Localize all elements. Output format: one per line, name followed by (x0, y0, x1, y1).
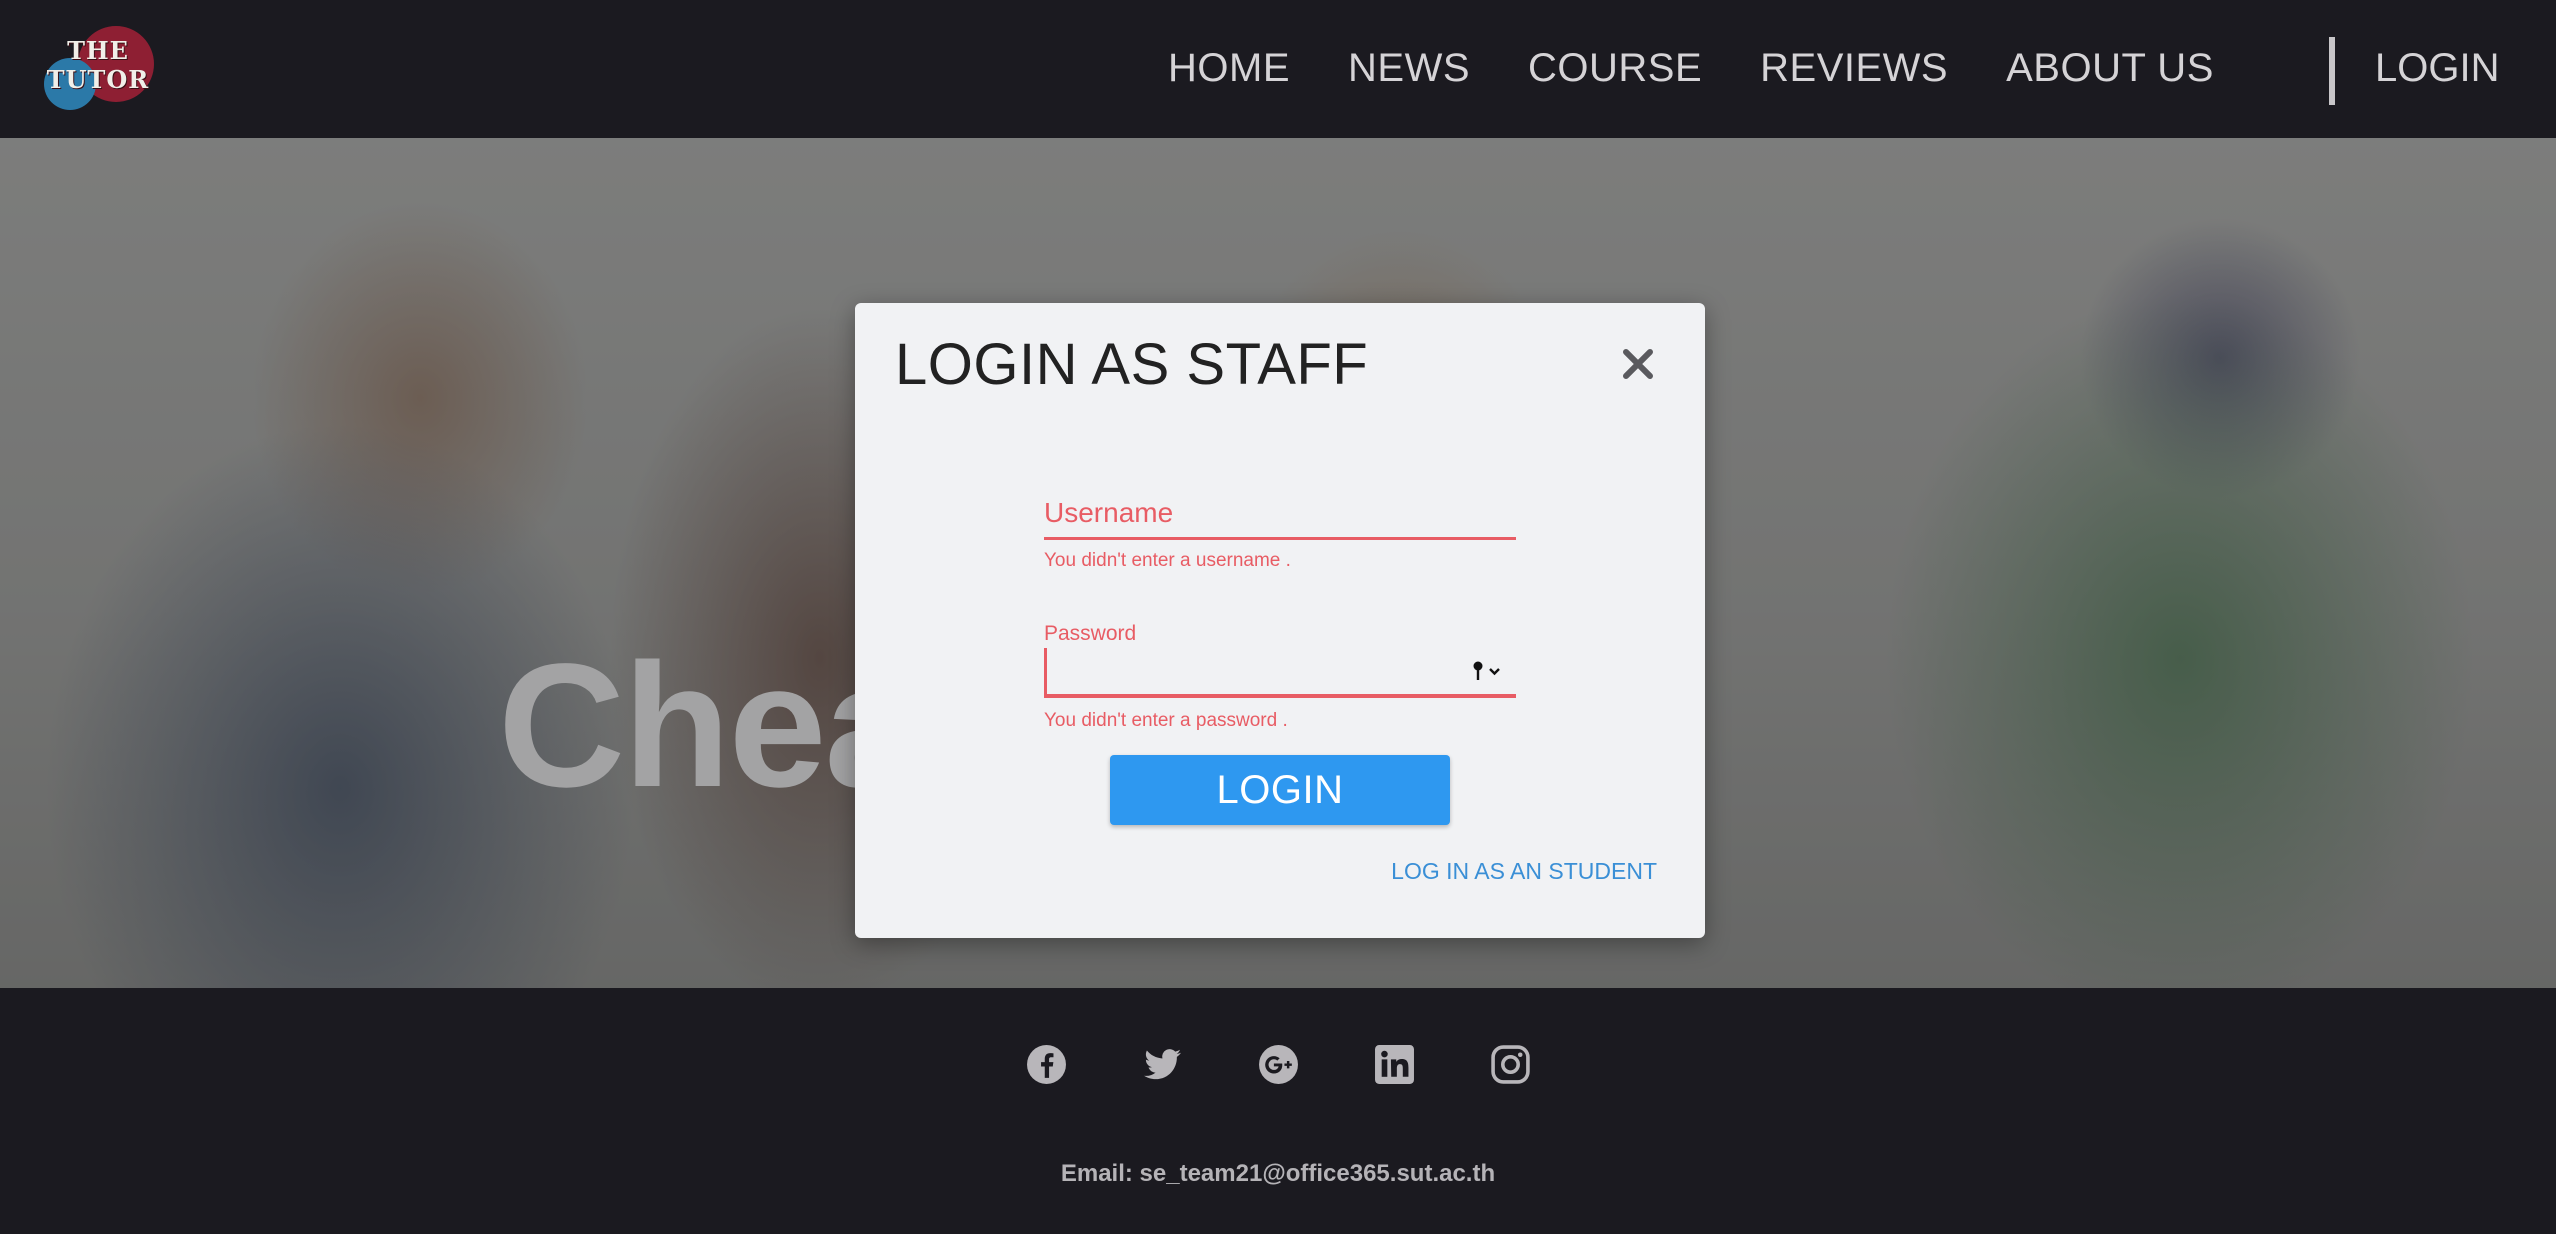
twitter-icon[interactable] (1142, 1044, 1183, 1085)
password-field-wrapper (1044, 648, 1516, 698)
password-error: You didn't enter a password . (1044, 710, 1288, 731)
login-button[interactable]: LOGIN (1110, 755, 1450, 825)
main-nav: HOME NEWS COURSE REVIEWS ABOUT US (1168, 38, 2214, 98)
nav-reviews[interactable]: REVIEWS (1760, 38, 1948, 98)
logo-text-line2: TUTOR (46, 65, 150, 94)
nav-divider (2329, 37, 2335, 105)
social-links (1026, 1044, 1531, 1085)
linkedin-icon[interactable] (1374, 1044, 1415, 1085)
key-icon[interactable] (1472, 660, 1502, 682)
modal-title: LOGIN AS STAFF (895, 332, 1369, 397)
staff-login-modal: LOGIN AS STAFF You didn't enter a userna… (855, 303, 1705, 938)
nav-news[interactable]: NEWS (1348, 38, 1470, 98)
instagram-icon[interactable] (1490, 1044, 1531, 1085)
google-plus-icon[interactable] (1258, 1044, 1299, 1085)
nav-about-us[interactable]: ABOUT US (2006, 38, 2214, 98)
site-footer: Email: se_team21@office365.sut.ac.th (0, 988, 2556, 1234)
username-input[interactable] (1044, 488, 1516, 540)
site-header: THE TUTOR HOME NEWS COURSE REVIEWS ABOUT… (0, 0, 2556, 138)
username-error: You didn't enter a username . (1044, 550, 1291, 571)
close-icon[interactable] (1613, 339, 1663, 389)
logo-text-line1: THE (67, 36, 129, 65)
password-input[interactable] (1047, 648, 1467, 694)
username-field-wrapper (1044, 488, 1516, 540)
nav-home[interactable]: HOME (1168, 38, 1290, 98)
site-logo[interactable]: THE TUTOR (40, 24, 156, 110)
footer-email: Email: se_team21@office365.sut.ac.th (1060, 1160, 1496, 1187)
nav-course[interactable]: COURSE (1528, 38, 1702, 98)
facebook-icon[interactable] (1026, 1044, 1067, 1085)
logo-text: THE TUTOR (40, 36, 156, 94)
nav-login[interactable]: LOGIN (2375, 38, 2499, 98)
student-login-link[interactable]: LOG IN AS AN STUDENT (1391, 858, 1657, 885)
password-label: Password (1044, 622, 1137, 645)
